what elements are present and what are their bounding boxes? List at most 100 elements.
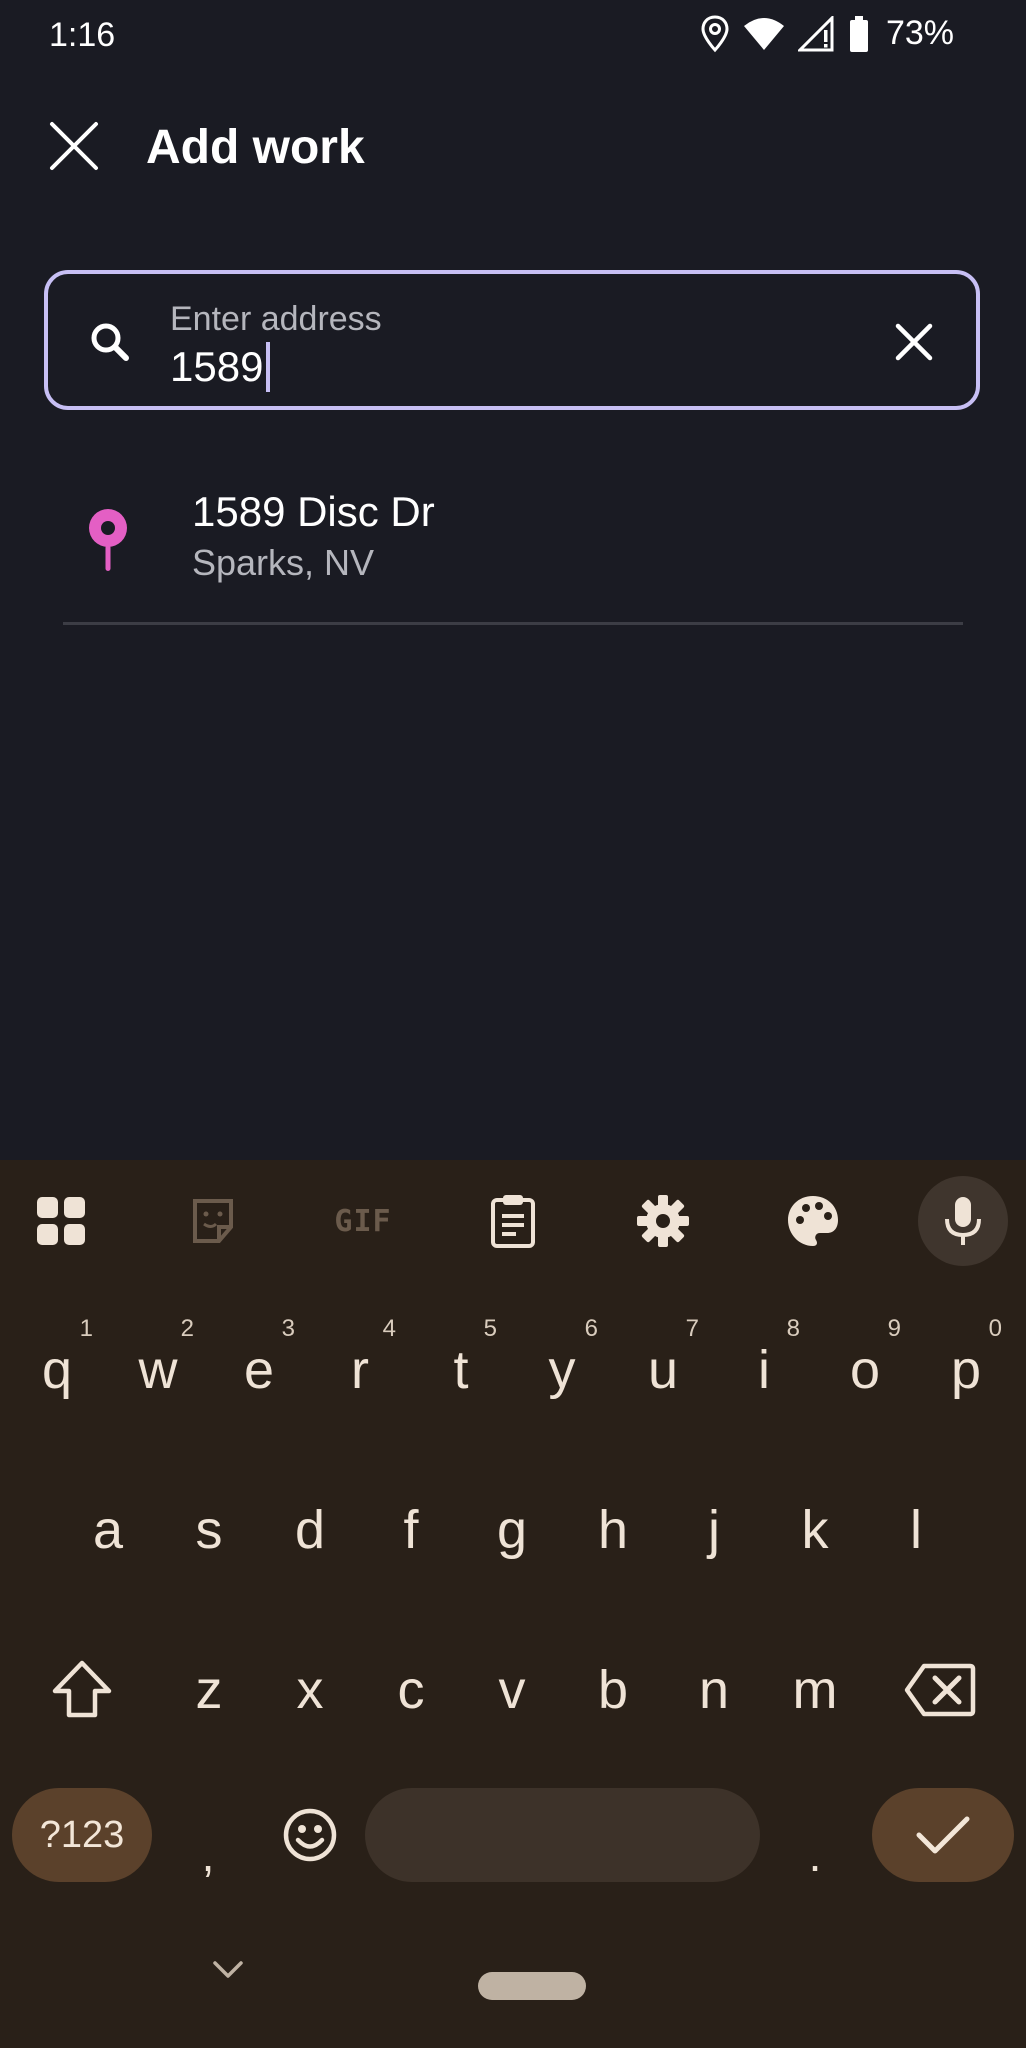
mic-icon bbox=[945, 1197, 981, 1245]
gesture-handle[interactable] bbox=[478, 1972, 586, 2000]
key-n[interactable]: n bbox=[664, 1615, 764, 1745]
key-b[interactable]: b bbox=[563, 1615, 663, 1745]
location-icon bbox=[700, 14, 730, 53]
key-y[interactable]: 6y bbox=[512, 1295, 612, 1425]
key-k[interactable]: k bbox=[765, 1455, 865, 1585]
key-f[interactable]: f bbox=[361, 1455, 461, 1585]
key-q[interactable]: 1q bbox=[7, 1295, 107, 1425]
key-label: o bbox=[849, 1340, 881, 1400]
palette-button[interactable] bbox=[768, 1176, 858, 1266]
search-icon bbox=[91, 323, 129, 361]
settings-icon bbox=[637, 1195, 689, 1247]
key-label: m bbox=[792, 1660, 838, 1720]
space-bar[interactable] bbox=[365, 1788, 760, 1882]
sticker-icon bbox=[193, 1199, 233, 1243]
close-icon bbox=[50, 122, 98, 170]
key-label: j bbox=[708, 1500, 720, 1560]
hide-keyboard-button[interactable] bbox=[208, 1950, 248, 1990]
key-label: r bbox=[351, 1340, 369, 1400]
clear-icon bbox=[895, 323, 933, 361]
key-label: i bbox=[758, 1340, 770, 1400]
key-x[interactable]: x bbox=[260, 1615, 360, 1745]
key-label: e bbox=[243, 1340, 275, 1400]
sticker-button[interactable] bbox=[168, 1176, 258, 1266]
key-hint: 9 bbox=[887, 1315, 901, 1342]
field-label: Enter address bbox=[170, 300, 382, 338]
keyboard: GIF 1 q 2 w 3 e 4 r 5 t 6 y 7 u 8 i 9 o … bbox=[0, 1160, 1026, 2048]
key-h[interactable]: h bbox=[563, 1455, 663, 1585]
key-w[interactable]: 2w bbox=[108, 1295, 208, 1425]
key-e[interactable]: 3e bbox=[209, 1295, 309, 1425]
key-hint: 7 bbox=[685, 1315, 699, 1342]
key-label: w bbox=[138, 1340, 178, 1400]
key-u[interactable]: 7u bbox=[613, 1295, 713, 1425]
battery-percent: 73% bbox=[885, 14, 954, 52]
key-hint: 1 bbox=[79, 1315, 93, 1342]
key-j[interactable]: j bbox=[664, 1455, 764, 1585]
key-o[interactable]: 9o bbox=[815, 1295, 915, 1425]
status-bar: 1:16 73% bbox=[0, 0, 1026, 74]
key-p[interactable]: 0p bbox=[916, 1295, 1016, 1425]
apps-grid-button[interactable] bbox=[16, 1176, 106, 1266]
key-i[interactable]: 8i bbox=[714, 1295, 814, 1425]
address-input[interactable]: 1589 bbox=[170, 342, 271, 392]
key-r[interactable]: 4r bbox=[310, 1295, 410, 1425]
clear-button[interactable] bbox=[886, 314, 942, 370]
screen: 1:16 73% Add work Enter address 1589 158… bbox=[0, 0, 1026, 2048]
key-label: u bbox=[647, 1340, 679, 1400]
key-label: x bbox=[296, 1660, 324, 1720]
backspace-icon bbox=[904, 1663, 976, 1717]
chevron-down-icon bbox=[213, 1961, 243, 1978]
address-search-field[interactable]: Enter address 1589 bbox=[44, 270, 980, 410]
pin-icon bbox=[89, 509, 127, 571]
key-label: l bbox=[910, 1500, 922, 1560]
key-c[interactable]: c bbox=[361, 1615, 461, 1745]
gif-icon: GIF bbox=[334, 1203, 392, 1239]
key-label: g bbox=[496, 1500, 528, 1560]
key-label: p bbox=[950, 1340, 982, 1400]
backspace-key[interactable] bbox=[880, 1615, 1000, 1745]
key-label: y bbox=[548, 1340, 576, 1400]
close-button[interactable] bbox=[44, 116, 104, 176]
key-l[interactable]: l bbox=[866, 1455, 966, 1585]
clipboard-icon bbox=[491, 1195, 535, 1248]
key-label: q bbox=[41, 1340, 73, 1400]
key-a[interactable]: a bbox=[58, 1455, 158, 1585]
input-value: 1589 bbox=[170, 343, 264, 390]
key-hint: 8 bbox=[786, 1315, 800, 1342]
key-label: d bbox=[294, 1500, 326, 1560]
shift-icon bbox=[52, 1660, 112, 1718]
result-title: 1589 Disc Dr bbox=[192, 488, 435, 535]
keyboard-toolbar: GIF bbox=[0, 1160, 1026, 1280]
result-subtitle: Sparks, NV bbox=[192, 542, 375, 583]
key-z[interactable]: z bbox=[159, 1615, 259, 1745]
shift-key[interactable] bbox=[22, 1615, 142, 1745]
gif-button[interactable]: GIF bbox=[318, 1176, 408, 1266]
symbols-key[interactable]: ?123 bbox=[12, 1788, 152, 1882]
settings-button[interactable] bbox=[618, 1176, 708, 1266]
clipboard-button[interactable] bbox=[468, 1176, 558, 1266]
key-d[interactable]: d bbox=[260, 1455, 360, 1585]
key-m[interactable]: m bbox=[765, 1615, 865, 1745]
result-item[interactable]: 1589 Disc Dr Sparks, NV bbox=[0, 470, 1026, 620]
wifi-icon bbox=[742, 16, 786, 52]
enter-key[interactable] bbox=[872, 1788, 1014, 1882]
apps-grid-icon bbox=[37, 1197, 85, 1245]
emoji-key[interactable] bbox=[260, 1770, 360, 1900]
key-t[interactable]: 5t bbox=[411, 1295, 511, 1425]
page-title: Add work bbox=[146, 121, 365, 174]
voice-input-button[interactable] bbox=[918, 1176, 1008, 1266]
comma-key[interactable]: , bbox=[158, 1770, 258, 1900]
key-g[interactable]: g bbox=[462, 1455, 562, 1585]
header: Add work bbox=[0, 100, 1026, 190]
palette-icon bbox=[788, 1196, 838, 1246]
key-label: s bbox=[195, 1500, 223, 1560]
period-key[interactable]: . bbox=[765, 1770, 865, 1900]
key-hint: 4 bbox=[382, 1315, 396, 1342]
key-v[interactable]: v bbox=[462, 1615, 562, 1745]
key-label: b bbox=[597, 1660, 629, 1720]
key-s[interactable]: s bbox=[159, 1455, 259, 1585]
key-label: a bbox=[92, 1500, 124, 1560]
emoji-icon bbox=[283, 1808, 337, 1862]
text-caret bbox=[266, 342, 271, 392]
